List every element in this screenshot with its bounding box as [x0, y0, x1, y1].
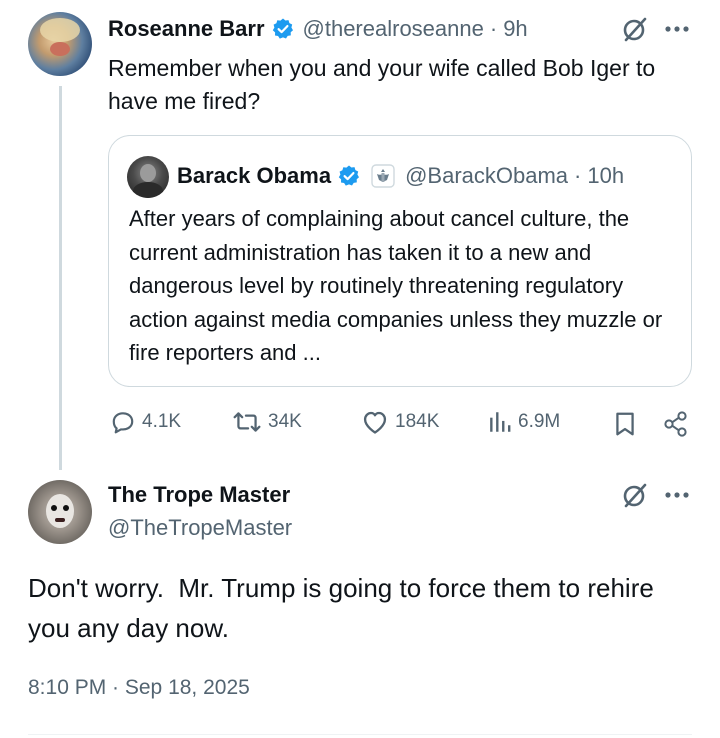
bookmark-icon[interactable]	[610, 409, 640, 439]
reply-avatar[interactable]	[28, 480, 92, 544]
verified-badge-icon	[271, 17, 295, 41]
quote-author-name[interactable]: Barack Obama	[177, 163, 331, 189]
tweet-text: Remember when you and your wife called B…	[108, 55, 656, 114]
repost-button[interactable]: 34K	[232, 409, 302, 435]
like-count: 184K	[395, 411, 440, 432]
tweet-time[interactable]: 9h	[503, 16, 527, 42]
tweet-timestamp[interactable]: 8:10 PM · Sep 18, 2025	[28, 676, 250, 700]
reply-author-name[interactable]: The Trope Master	[108, 482, 290, 508]
reply-icon	[112, 412, 134, 434]
reply-author-handle[interactable]: @TheTropeMaster	[108, 515, 292, 541]
grok-icon[interactable]	[618, 480, 652, 510]
thread-line	[59, 86, 62, 470]
reply-button[interactable]: 4.1K	[110, 409, 181, 435]
views-button[interactable]: 6.9M	[488, 409, 560, 435]
separator: ·	[489, 16, 498, 41]
reply-count: 4.1K	[142, 411, 182, 432]
separator: ·	[574, 163, 582, 188]
reply-author-name-row: The Trope Master	[108, 480, 290, 510]
quote-text: After years of complaining about cancel …	[129, 206, 663, 365]
government-seal-icon	[371, 164, 395, 188]
quote-header: Barack Obama @BarackObama · 10h	[177, 161, 624, 191]
grok-icon[interactable]	[618, 14, 652, 44]
avatar[interactable]	[28, 12, 92, 76]
verified-badge-icon	[337, 164, 361, 188]
author-name[interactable]: Roseanne Barr	[108, 16, 265, 42]
quoted-tweet[interactable]: Barack Obama @BarackObama · 10h After ye…	[108, 135, 692, 387]
reply-text: Don't worry. Mr. Trump is going to force…	[28, 573, 662, 643]
divider	[28, 734, 692, 735]
tweet-header: Roseanne Barr @therealroseanne · 9h	[108, 14, 528, 44]
like-button[interactable]: 184K	[361, 409, 439, 435]
reply-author-handle-row: @TheTropeMaster	[108, 513, 292, 543]
quote-time[interactable]: 10h	[587, 163, 624, 189]
views-icon	[490, 412, 511, 432]
like-icon	[363, 411, 387, 434]
quote-author-handle[interactable]: @BarackObama	[405, 163, 568, 189]
more-icon[interactable]	[660, 480, 694, 510]
author-handle[interactable]: @therealroseanne	[303, 16, 484, 42]
views-count: 6.9M	[518, 411, 561, 432]
quote-avatar[interactable]	[127, 156, 169, 198]
share-icon[interactable]	[660, 409, 692, 439]
more-icon[interactable]	[660, 14, 694, 44]
repost-count: 34K	[268, 411, 302, 432]
repost-icon	[233, 412, 261, 432]
